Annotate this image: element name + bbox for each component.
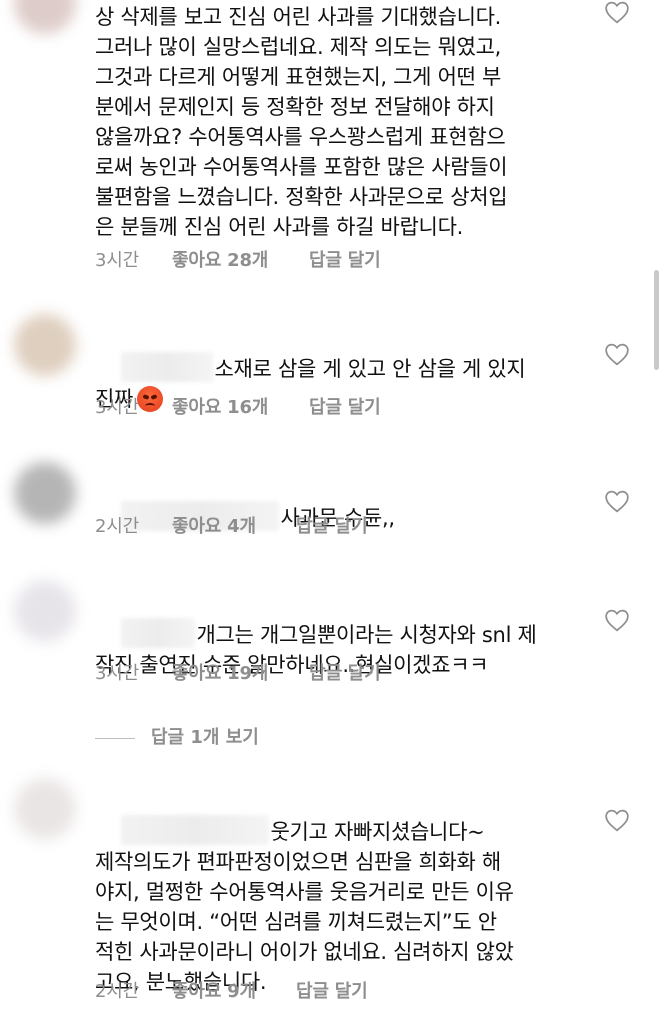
comment-text: 웃기고 자빠지셨습니다~: [270, 820, 485, 844]
likes-count[interactable]: 좋아요 28개: [172, 246, 309, 272]
comment-text-block: 개그는 개그일뿐이라는 시청자와 snl 제 작진 출연진 수준 알만하네요..현…: [95, 588, 565, 710]
comment-time: 3시간: [95, 397, 139, 418]
reply-button[interactable]: 답글 달기: [309, 393, 381, 419]
view-replies-label: 답글 1개 보기: [151, 727, 259, 748]
avatar-blurred[interactable]: [14, 778, 76, 840]
heart-outline-icon[interactable]: [604, 0, 630, 24]
comment-text: 상 삭제를 보고 진심 어린 사과를 기대했습니다. 그러나 많이 실망스럽네요…: [95, 5, 508, 239]
comment-time: 3시간: [95, 663, 139, 684]
comment-time: 3시간: [95, 250, 139, 271]
avatar-blurred[interactable]: [14, 0, 76, 34]
likes-count[interactable]: 좋아요 4개: [172, 512, 296, 538]
reply-button[interactable]: 답글 달기: [296, 512, 368, 538]
avatar-blurred[interactable]: [14, 580, 76, 642]
username-blurred[interactable]: [120, 618, 195, 648]
comment-text-line2: 제작의도가 편파판정이었으면 심판을 희화화 해 야지, 멀쩡한 수어통역사를 …: [95, 850, 514, 994]
divider-line: [95, 737, 135, 739]
username-blurred[interactable]: [120, 352, 213, 382]
comment-text: 개그는 개그일뿐이라는 시청자와 snl 제: [196, 623, 537, 647]
heart-outline-icon[interactable]: [604, 489, 630, 513]
likes-count[interactable]: 좋아요 16개: [172, 393, 309, 419]
heart-outline-icon[interactable]: [604, 608, 630, 632]
comment-time: 2시간: [95, 981, 139, 1002]
avatar-blurred[interactable]: [14, 314, 76, 376]
heart-outline-icon[interactable]: [604, 808, 630, 832]
comment-text-block: 소재로 삼을 게 있고 안 삼을 게 있지 진짜: [95, 322, 565, 444]
scrollbar[interactable]: [654, 270, 659, 370]
reply-button[interactable]: 답글 달기: [309, 246, 381, 272]
reply-button[interactable]: 답글 달기: [296, 977, 368, 1003]
avatar-blurred[interactable]: [14, 462, 76, 524]
heart-outline-icon[interactable]: [604, 342, 630, 366]
comment-text: 소재로 삼을 게 있고 안 삼을 게 있지: [214, 357, 526, 381]
view-replies-button[interactable]: 답글 1개 보기: [95, 723, 259, 749]
comment-time: 2시간: [95, 516, 139, 537]
username-blurred[interactable]: [120, 815, 269, 845]
reply-button[interactable]: 답글 달기: [309, 659, 381, 685]
likes-count[interactable]: 좋아요 19개: [172, 659, 309, 685]
likes-count[interactable]: 좋아요 9개: [172, 977, 296, 1003]
